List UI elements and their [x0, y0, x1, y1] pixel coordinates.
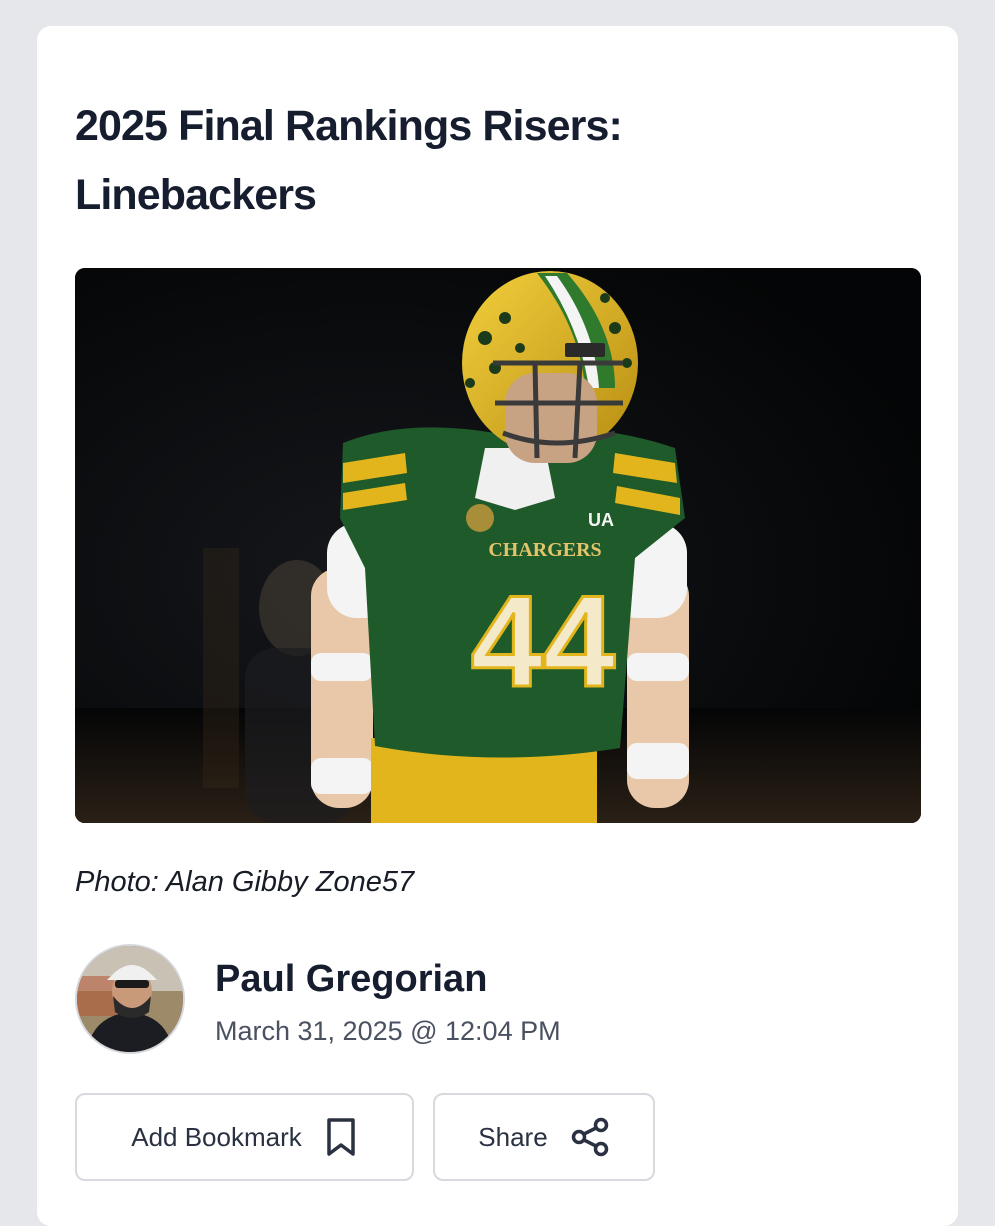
article-title: 2025 Final Rankings Risers: Linebackers: [75, 102, 623, 219]
share-button[interactable]: Share: [433, 1093, 655, 1181]
article-photo[interactable]: UA CHARGERS 44: [75, 268, 921, 823]
jersey-number: 44: [471, 568, 616, 714]
share-label: Share: [478, 1121, 548, 1152]
author-avatar[interactable]: [75, 944, 185, 1054]
author-name[interactable]: Paul Gregorian: [215, 958, 487, 1001]
football-player-image: UA CHARGERS 44: [75, 268, 921, 823]
publish-date: March 31, 2025 @ 12:04 PM: [215, 1016, 561, 1046]
photo-caption: Photo: Alan Gibby Zone57: [75, 866, 415, 898]
add-bookmark-button[interactable]: Add Bookmark: [75, 1093, 414, 1181]
share-icon: [570, 1117, 610, 1157]
author-photo: [77, 946, 183, 1052]
bookmark-icon: [324, 1117, 358, 1157]
svg-text:UA: UA: [588, 510, 614, 530]
add-bookmark-label: Add Bookmark: [131, 1121, 302, 1152]
article-card: 2025 Final Rankings Risers: Linebackers: [37, 26, 958, 1226]
jersey-text: CHARGERS: [488, 539, 601, 561]
